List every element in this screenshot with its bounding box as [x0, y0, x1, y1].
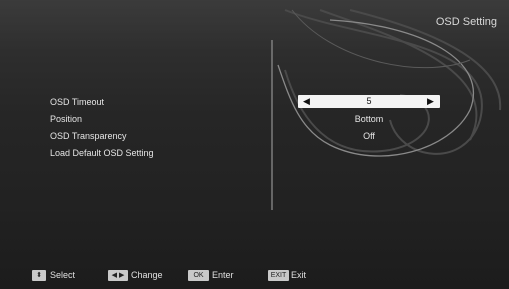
osd-setting-screen: OSD Setting ◀ ▶ 5 OSD Timeout Position B… — [0, 0, 509, 289]
ok-key-icon: OK — [188, 270, 209, 281]
position-value: Bottom — [354, 114, 384, 124]
footer-enter-label: Enter — [212, 270, 234, 280]
footer-exit-label: Exit — [291, 270, 307, 280]
osd-transparency-value: Off — [363, 131, 375, 141]
menu-item-load-default-osd-setting[interactable]: Load Default OSD Setting — [50, 148, 154, 158]
page-title: OSD Setting — [435, 16, 497, 28]
exit-key-icon: EXIT — [268, 270, 289, 281]
osd-timeout-value: 5 — [366, 96, 372, 106]
decorative-swirl-graphic — [271, 9, 502, 210]
menu-item-position[interactable]: Position — [50, 114, 82, 124]
menu-item-osd-timeout[interactable]: OSD Timeout — [50, 97, 104, 107]
menu-item-osd-transparency[interactable]: OSD Transparency — [50, 131, 127, 141]
footer-change-label: Change — [131, 270, 163, 280]
leftright-arrow-icon: ◀ ▶ — [108, 270, 128, 281]
footer-select-label: Select — [50, 270, 76, 280]
updown-arrow-icon: ⬍ — [32, 270, 46, 281]
